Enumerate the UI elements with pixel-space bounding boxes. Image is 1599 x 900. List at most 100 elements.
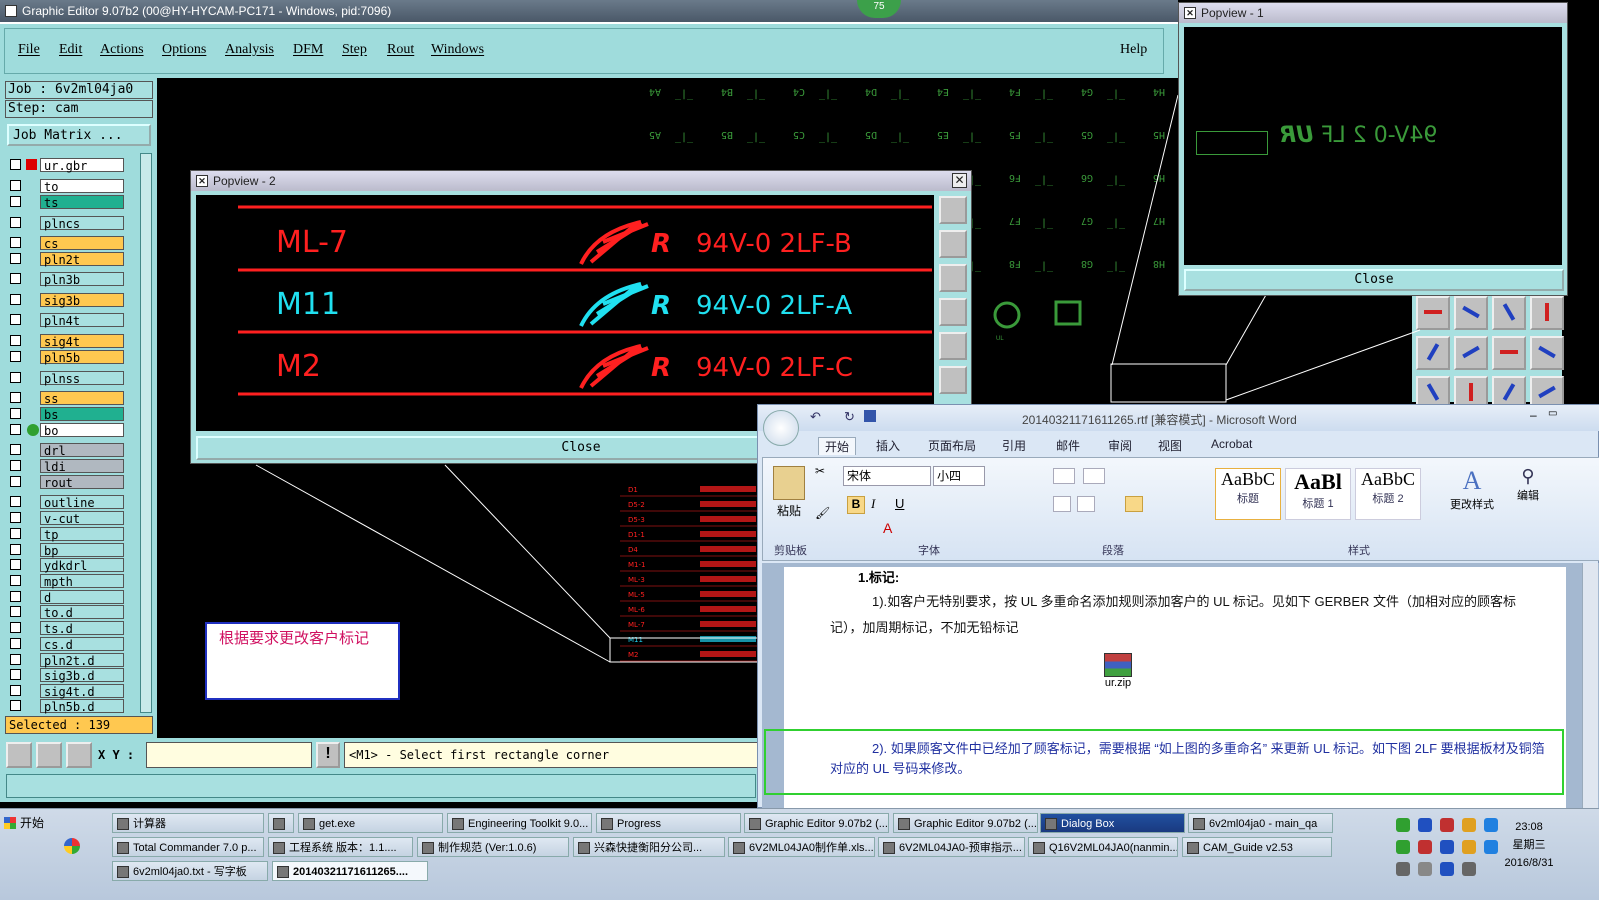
layer-checkbox[interactable]: [10, 196, 21, 207]
popview-1-canvas[interactable]: 94V-0 2 LF UR: [1184, 27, 1562, 265]
layer-row[interactable]: drl: [10, 443, 126, 458]
layer-checkbox[interactable]: [10, 575, 21, 586]
layer-checkbox[interactable]: [10, 237, 21, 248]
ribbon-tab-1[interactable]: 插入: [870, 437, 906, 454]
layer-checkbox[interactable]: [10, 559, 21, 570]
layer-checkbox[interactable]: [10, 253, 21, 264]
layer-checkbox[interactable]: [10, 159, 21, 170]
taskbar-task[interactable]: Engineering Toolkit 9.0...: [447, 813, 592, 833]
layer-row[interactable]: plnss: [10, 371, 126, 386]
edit-button[interactable]: ⚲ 编辑: [1508, 466, 1548, 536]
tray-icon[interactable]: [1462, 818, 1476, 832]
layer-row[interactable]: ydkdrl: [10, 558, 126, 573]
ribbon-tab-4[interactable]: 邮件: [1050, 437, 1086, 454]
layer-row[interactable]: sig4t.d: [10, 684, 126, 699]
paste-button[interactable]: [773, 466, 805, 500]
taskbar-task[interactable]: get.exe: [298, 813, 443, 833]
layer-checkbox[interactable]: [10, 314, 21, 325]
layer-row[interactable]: bo: [10, 423, 126, 438]
layer-row[interactable]: to.d: [10, 605, 126, 620]
layer-checkbox[interactable]: [10, 669, 21, 680]
layer-checkbox[interactable]: [10, 392, 21, 403]
ribbon-tab-6[interactable]: 视图: [1152, 437, 1188, 454]
layer-checkbox[interactable]: [10, 512, 21, 523]
taskbar-task[interactable]: 20140321171611265....: [272, 861, 428, 881]
menu-dfm[interactable]: DFM: [293, 42, 323, 58]
start-button[interactable]: 开始: [2, 812, 62, 834]
measure-tool-icon[interactable]: [36, 742, 62, 768]
taskbar-task[interactable]: [268, 813, 294, 833]
layer-row[interactable]: ts: [10, 195, 126, 210]
tray-icon[interactable]: [1462, 840, 1476, 854]
menu-file[interactable]: File: [18, 42, 40, 58]
minimize-icon[interactable]: –: [1530, 408, 1537, 422]
style-box[interactable]: AaBbC 标题: [1215, 468, 1281, 520]
layer-checkbox[interactable]: [10, 622, 21, 633]
layer-row[interactable]: cs: [10, 236, 126, 251]
popview-1-close-button[interactable]: Close: [1184, 269, 1564, 291]
font-size-select[interactable]: 小四: [933, 466, 985, 486]
office-button[interactable]: [763, 410, 799, 446]
layer-row[interactable]: pln5b: [10, 350, 126, 365]
layer-checkbox[interactable]: [10, 700, 21, 711]
ribbon-tab-7[interactable]: Acrobat: [1205, 437, 1258, 451]
layer-row[interactable]: ts.d: [10, 621, 126, 636]
ribbon-tab-3[interactable]: 引用: [996, 437, 1032, 454]
taskbar-task[interactable]: 计算器: [112, 813, 264, 833]
tray-icon[interactable]: [1418, 862, 1432, 876]
taskbar-task[interactable]: CAM_Guide v2.53: [1182, 837, 1332, 857]
layer-checkbox[interactable]: [10, 460, 21, 471]
taskbar-task[interactable]: 兴森快捷衡阳分公司...: [573, 837, 725, 857]
save-icon[interactable]: [864, 410, 876, 422]
layer-checkbox[interactable]: [10, 528, 21, 539]
numbering-icon[interactable]: [1083, 468, 1105, 484]
tool-cut-line-icon[interactable]: [1454, 336, 1488, 370]
taskbar-task[interactable]: 6v2ml04ja0.txt - 写字板: [112, 861, 268, 881]
bullets-icon[interactable]: [1053, 468, 1075, 484]
tool-connect-icon[interactable]: [1416, 296, 1450, 330]
taskbar-task[interactable]: Progress: [596, 813, 741, 833]
layer-checkbox[interactable]: [10, 335, 21, 346]
tray-icon[interactable]: [1418, 818, 1432, 832]
layer-checkbox[interactable]: [10, 654, 21, 665]
xy-input[interactable]: [146, 742, 312, 768]
layer-row[interactable]: plncs: [10, 216, 126, 231]
taskbar-task[interactable]: Dialog Box: [1040, 813, 1185, 833]
layer-checkbox[interactable]: [10, 294, 21, 305]
zoom-tool-icon[interactable]: [6, 742, 32, 768]
layer-row[interactable]: v-cut: [10, 511, 126, 526]
style-box[interactable]: AaBl 标题 1: [1285, 468, 1351, 520]
layer-row[interactable]: bp: [10, 543, 126, 558]
pv-pan-left-icon[interactable]: [939, 298, 967, 326]
layer-checkbox[interactable]: [10, 424, 21, 435]
taskbar-task[interactable]: 工程系统 版本：1.1....: [268, 837, 413, 857]
tray-icon[interactable]: [1396, 818, 1410, 832]
taskbar-task[interactable]: Graphic Editor 9.07b2 (...: [893, 813, 1038, 833]
tray-icon[interactable]: [1396, 862, 1410, 876]
layer-row[interactable]: pln2t: [10, 252, 126, 267]
layer-checkbox[interactable]: [10, 273, 21, 284]
tray-icon[interactable]: [1440, 862, 1454, 876]
undo-icon[interactable]: ↶: [810, 409, 821, 425]
taskbar-task[interactable]: 6V2ML04JA0制作单.xls...: [728, 837, 875, 857]
menu-step[interactable]: Step: [342, 42, 367, 58]
layer-checkbox[interactable]: [10, 444, 21, 455]
layer-checkbox[interactable]: [10, 591, 21, 602]
layer-checkbox[interactable]: [10, 217, 21, 228]
tool-select-icon[interactable]: [1454, 296, 1488, 330]
menu-help[interactable]: Help: [1120, 42, 1147, 58]
taskbar-task[interactable]: Graphic Editor 9.07b2 (...: [744, 813, 889, 833]
tool-pad-icon[interactable]: [1530, 296, 1564, 330]
maximize-icon[interactable]: ▭: [1548, 408, 1557, 419]
layer-checkbox[interactable]: [10, 544, 21, 555]
zip-attachment[interactable]: ur.zip: [1098, 653, 1138, 689]
ribbon-tab-2[interactable]: 页面布局: [922, 437, 982, 454]
alert-icon[interactable]: !: [316, 742, 340, 768]
tool-move-icon[interactable]: [1492, 296, 1526, 330]
popview-2-close-icon[interactable]: ✕: [952, 173, 967, 188]
font-name-select[interactable]: 宋体: [843, 466, 931, 486]
align-left-icon[interactable]: [1053, 496, 1071, 512]
ribbon-tab-0[interactable]: 开始: [818, 437, 857, 455]
layer-row[interactable]: tp: [10, 527, 126, 542]
pv-zoom-out-icon[interactable]: [939, 264, 967, 292]
